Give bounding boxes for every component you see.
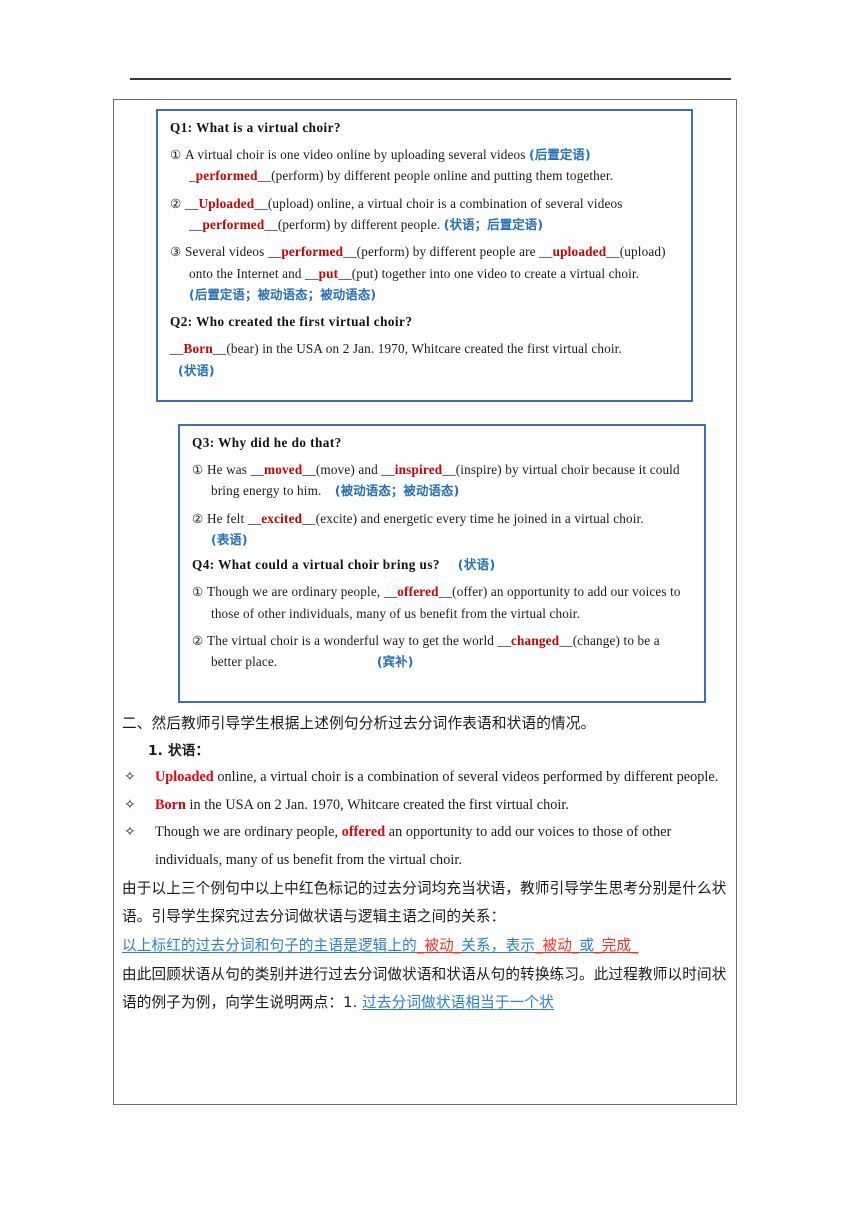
header-rule bbox=[130, 78, 731, 80]
document-page: Q1: What is a virtual choir? ①A virtual … bbox=[0, 0, 860, 1216]
list-marker-1: ① bbox=[192, 585, 204, 600]
q1-item-2-prefix: __ bbox=[185, 195, 199, 211]
explanation-paragraph-1: 由于以上三个例句中以上中红色标记的过去分词均充当状语，教师引导学生思考分别是什么… bbox=[122, 879, 727, 926]
list-marker-2: ② bbox=[170, 196, 182, 211]
q4-heading-text: Q4: What could a virtual choir bring us? bbox=[192, 557, 440, 573]
q4-item-1: ① Though we are ordinary people, __offere… bbox=[192, 581, 694, 624]
q4-item-1-prefix: Though we are ordinary people, __ bbox=[207, 584, 398, 600]
exercise-box-q3-q4: Q3: Why did he do that? ① He was __moved_… bbox=[178, 424, 706, 703]
q2-item-prefix: __ bbox=[170, 341, 184, 357]
q3-item-1-annotation: (被动语态；被动语态) bbox=[334, 483, 460, 499]
q2-item-suffix: __(bear) in the USA on 2 Jan. 1970, Whit… bbox=[212, 341, 622, 357]
q1-item-1-answer: performed bbox=[195, 168, 258, 184]
q3-item-2-answer: excited bbox=[261, 510, 303, 526]
example-2-keyword: Born bbox=[155, 796, 186, 813]
q1-item-3-answer-3: put bbox=[318, 265, 339, 281]
q1-item-2: ② __Uploaded__(upload) online, a virtual … bbox=[170, 193, 681, 236]
q4-item-2-prefix: The virtual choir is a wonderful way to … bbox=[207, 632, 511, 648]
q1-item-1-annotation: (后置定语) bbox=[529, 146, 591, 162]
q3-item-2-annotation: (表语) bbox=[211, 531, 248, 547]
q1-item-1: ①A virtual choir is one video online by … bbox=[170, 144, 681, 187]
q3-item-1-mid: __(move) and __ bbox=[302, 461, 395, 477]
highlight-red-3: _完成_ bbox=[594, 937, 639, 955]
q1-item-3-prefix: Several videos __ bbox=[185, 244, 282, 260]
q2-item-1: __Born__(bear) in the USA on 2 Jan. 1970… bbox=[170, 338, 681, 381]
diamond-bullet-icon: ✧ bbox=[124, 769, 136, 786]
example-2: ✧ Born in the USA on 2 Jan. 1970, Whitca… bbox=[114, 792, 738, 820]
highlight-blue-3: 或 bbox=[579, 937, 595, 955]
q3-heading: Q3: Why did he do that? bbox=[192, 435, 342, 450]
list-marker-2: ② bbox=[192, 633, 204, 648]
example-1: ✧ Uploaded online, a virtual choir is a … bbox=[114, 764, 738, 792]
q1-item-2-answer-2: performed bbox=[202, 216, 265, 232]
section-two-heading: 二、然后教师引导学生根据上述例句分析过去分词作表语和状语的情况。 bbox=[122, 715, 596, 732]
lesson-body: 二、然后教师引导学生根据上述例句分析过去分词作表语和状语的情况。 1. 状语： … bbox=[114, 710, 738, 1018]
q3-item-1-answer-2: inspired bbox=[394, 461, 443, 477]
document-table: Q1: What is a virtual choir? ①A virtual … bbox=[113, 99, 737, 1105]
q3-item-1-prefix: He was __ bbox=[207, 461, 265, 477]
q1-item-1-text: A virtual choir is one video online by u… bbox=[185, 146, 526, 162]
example-1-keyword: Uploaded bbox=[155, 769, 214, 786]
highlight-blue-2: 关系，表示 bbox=[461, 937, 536, 955]
q4-item-2: ② The virtual choir is a wonderful way to… bbox=[192, 630, 694, 673]
q3-item-2-prefix: He felt __ bbox=[207, 510, 262, 526]
example-3-pre: Though we are ordinary people, bbox=[155, 824, 342, 841]
q3-item-1: ① He was __moved__(move) and __inspired__… bbox=[192, 459, 694, 502]
example-2-rest: in the USA on 2 Jan. 1970, Whitcare crea… bbox=[185, 796, 569, 813]
example-3: ✧ Though we are ordinary people, offered… bbox=[114, 819, 738, 874]
q2-item-annotation: (状语) bbox=[178, 362, 215, 378]
sub-item-1-label: 1. 状语： bbox=[148, 743, 210, 760]
q4-item-2-answer: changed bbox=[510, 632, 560, 648]
explanation-paragraph-2: 由此回顾状语从句的类别并进行过去分词做状语和状语从句的转换练习。此过程教师以时间… bbox=[114, 961, 738, 1018]
example-3-keyword: offered bbox=[341, 824, 386, 841]
q4-heading-annotation: (状语) bbox=[457, 557, 496, 573]
q1-item-3-suffix: __(put) together into one video to creat… bbox=[338, 265, 640, 281]
q1-item-1-prefix: _ bbox=[189, 168, 196, 184]
q3-item-2: ② He felt __excited__(excite) and energet… bbox=[192, 508, 694, 551]
diamond-bullet-icon: ✧ bbox=[124, 824, 136, 841]
exercise-box-q1-q2: Q1: What is a virtual choir? ①A virtual … bbox=[156, 109, 693, 402]
q1-item-2-answer-1: Uploaded bbox=[198, 195, 255, 211]
highlight-red-1: _被动_ bbox=[416, 937, 462, 955]
sub-item-1: 1. 状语： bbox=[114, 738, 738, 764]
q1-item-3-annotation: (后置定语；被动语态；被动语态) bbox=[189, 287, 377, 303]
highlight-relationship-line: 以上标红的过去分词和句子的主语是逻辑上的_被动_关系，表示_被动_或_完成_ bbox=[114, 932, 738, 961]
q4-item-2-annotation: (宾补) bbox=[376, 654, 414, 670]
highlight-red-2: _被动_ bbox=[535, 937, 580, 955]
q1-item-3: ③ Several videos __performed__(perform) b… bbox=[170, 241, 681, 305]
list-marker-1: ① bbox=[170, 147, 182, 162]
q2-item-answer: Born bbox=[183, 341, 213, 357]
explanation-paragraph-2-blue-tail: 过去分词做状语相当于一个状 bbox=[362, 994, 554, 1012]
q1-item-2-annotation: (状语；后置定语) bbox=[443, 216, 544, 232]
q4-item-1-answer: offered bbox=[397, 584, 439, 600]
list-marker-1: ① bbox=[192, 462, 204, 477]
list-marker-3: ③ bbox=[170, 245, 182, 260]
q1-heading: Q1: What is a virtual choir? bbox=[170, 120, 341, 135]
example-1-rest: online, a virtual choir is a combination… bbox=[213, 769, 719, 786]
q3-item-1-answer-1: moved bbox=[264, 461, 303, 477]
q1-item-1-suffix: __(perform) by different people online a… bbox=[257, 168, 614, 184]
diamond-bullet-icon: ✧ bbox=[124, 796, 136, 813]
q1-item-3-mid: __(perform) by different people are __ bbox=[343, 244, 553, 260]
q1-item-3-answer-2: uploaded bbox=[552, 244, 607, 260]
q1-item-2-suffix: __(perform) by different people. bbox=[264, 216, 441, 232]
q2-heading: Q2: Who created the first virtual choir? bbox=[170, 314, 413, 330]
q3-item-2-suffix: __(excite) and energetic every time he j… bbox=[302, 510, 644, 526]
q1-item-3-answer-1: performed bbox=[281, 244, 344, 260]
highlight-blue-1: 以上标红的过去分词和句子的主语是逻辑上的 bbox=[122, 937, 417, 955]
list-marker-2: ② bbox=[192, 511, 204, 526]
q4-heading: Q4: What could a virtual choir bring us?… bbox=[192, 556, 694, 574]
